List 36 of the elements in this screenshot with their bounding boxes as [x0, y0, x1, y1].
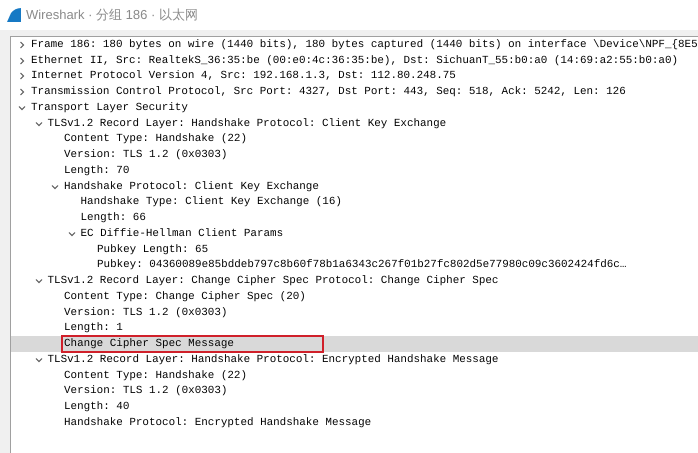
chevron-down-icon[interactable] — [18, 104, 26, 112]
tree-item[interactable]: Version: TLS 1.2 (0x0303) — [63, 306, 228, 320]
tree-item[interactable]: Version: TLS 1.2 (0x0303) — [63, 384, 228, 398]
tree-item[interactable]: Length: 70 — [63, 164, 130, 178]
chevron-down-icon[interactable] — [51, 182, 59, 191]
chevron-right-icon[interactable] — [18, 40, 26, 49]
tree-item[interactable]: Internet Protocol Version 4, Src: 192.168.1.3, Dst: 112.80.248.75 — [30, 69, 457, 84]
tree-item[interactable]: Frame 186: 180 bytes on wire (1440 bits), 180 bytes captured (1440 bits) on interface \Device\NPF_{8E5 — [30, 38, 698, 52]
chevron-right-icon[interactable] — [18, 72, 26, 80]
tree-item[interactable]: Content Type: Handshake (22) — [63, 132, 248, 146]
tree-item[interactable]: Transport Layer Security — [30, 100, 189, 115]
chevron-down-icon[interactable] — [34, 356, 42, 364]
app-logo-icon — [6, 7, 22, 23]
chevron-down-icon[interactable] — [34, 120, 42, 128]
tree-item[interactable]: Length: 1 — [63, 321, 124, 336]
tree-item[interactable]: Length: 66 — [80, 211, 147, 226]
tree-item[interactable]: TLSv1.2 Record Layer: Handshake Protocol: Client Key Exchange — [46, 116, 448, 131]
tree-item[interactable]: Content Type: Handshake (22) — [63, 368, 248, 383]
tree-item[interactable]: TLSv1.2 Record Layer: Change Cipher Spec Protocol: Change Cipher Spec — [46, 274, 500, 288]
tree-item[interactable]: EC Diffie-Hellman Client Params — [80, 226, 284, 241]
tree-item[interactable]: Ethernet II, Src: RealtekS_36:35:be (00:e0:4c:36:35:be), Dst: SichuanT_55:b0:a0 (14:69:a2:55:b0:a0) — [30, 54, 680, 68]
tree-item[interactable]: TLSv1.2 Record Layer: Handshake Protocol: Encrypted Handshake Message — [46, 352, 500, 367]
chevron-right-icon[interactable] — [18, 88, 26, 96]
tree-item[interactable]: Content Type: Change Cipher Spec (20) — [63, 290, 307, 304]
tree-item[interactable]: Transmission Control Protocol, Src Port: 4327, Dst Port: 443, Seq: 518, Ack: 5242, Len: 126 — [30, 85, 627, 100]
tree-item[interactable]: Handshake Protocol: Client Key Exchange — [63, 180, 320, 194]
tree-item[interactable]: Pubkey Length: 65 — [96, 242, 210, 257]
chevron-down-icon[interactable] — [34, 277, 42, 286]
tree-item[interactable]: Pubkey: 04360089e85bddeb797c8b60f78b1a6343c267f01b27fc802d5e77980c09c3602424fd6c… — [96, 258, 628, 272]
tree-item[interactable]: Version: TLS 1.2 (0x0303) — [63, 148, 228, 162]
window-title: Wireshark · 分组 186 · 以太网 — [26, 6, 198, 24]
chevron-down-icon[interactable] — [68, 230, 76, 238]
tree-item[interactable]: Handshake Type: Client Key Exchange (16) — [80, 195, 343, 210]
tree-item[interactable]: Length: 40 — [63, 400, 130, 414]
tree-item[interactable]: Handshake Protocol: Encrypted Handshake Message — [63, 416, 372, 430]
chevron-right-icon[interactable] — [18, 56, 26, 65]
